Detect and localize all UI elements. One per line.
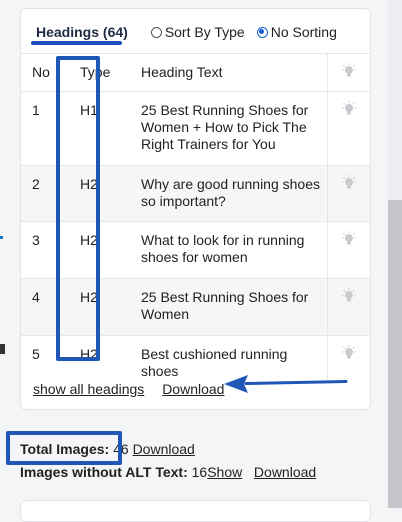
images-without-alt-label: Images without ALT Text:: [20, 464, 188, 480]
row-heading-text: Why are good running shoes so important?: [131, 165, 328, 222]
active-tab-underline: [31, 41, 122, 45]
show-images-link[interactable]: Show: [207, 464, 242, 480]
row-heading-text: 25 Best Running Shoes for Women: [131, 278, 328, 336]
lightbulb-icon[interactable]: [342, 288, 356, 304]
lightbulb-icon[interactable]: [342, 62, 356, 79]
no-sorting-radio[interactable]: No Sorting: [256, 24, 337, 40]
headings-download-link[interactable]: Download: [162, 381, 224, 397]
edge-mark: [0, 236, 3, 239]
arrow-annotation: [224, 375, 348, 393]
row-icon-cell[interactable]: [327, 221, 370, 279]
headings-tab[interactable]: Headings (64): [33, 24, 131, 40]
headings-footer: show all headings Download: [33, 381, 238, 397]
images-without-alt-line: Images without ALT Text: 16Show Download: [20, 464, 316, 480]
row-icon-cell[interactable]: [327, 91, 370, 166]
lightbulb-icon[interactable]: [342, 101, 356, 117]
sort-by-type-radio[interactable]: Sort By Type: [150, 24, 245, 40]
next-card: [20, 500, 371, 522]
lightbulb-icon[interactable]: [342, 175, 356, 191]
headings-toolbar: Headings (64) Sort By Type No Sorting: [33, 21, 363, 43]
sort-by-type-label: Sort By Type: [164, 24, 245, 40]
radio-unchecked-icon[interactable]: [150, 26, 162, 38]
show-all-headings-link[interactable]: show all headings: [33, 381, 144, 397]
row-icon-cell[interactable]: [327, 165, 370, 222]
lightbulb-icon[interactable]: [342, 231, 356, 247]
total-images-download-link[interactable]: Download: [133, 441, 195, 457]
scrollbar-thumb[interactable]: [388, 200, 402, 508]
images-without-alt-download-link[interactable]: Download: [254, 464, 316, 480]
column-header-icon[interactable]: [327, 53, 370, 92]
row-heading-text: What to look for in running shoes for wo…: [131, 221, 328, 279]
row-heading-text: 25 Best Running Shoes for Women + How to…: [131, 91, 328, 166]
edge-mark: [0, 344, 5, 354]
total-images-highlight: [6, 431, 122, 465]
no-sorting-label: No Sorting: [270, 24, 337, 40]
type-column-highlight: [56, 56, 100, 361]
lightbulb-icon[interactable]: [342, 345, 356, 361]
radio-checked-icon[interactable]: [256, 26, 268, 38]
column-header-text: Heading Text: [131, 53, 328, 92]
images-without-alt-value: 16: [191, 464, 208, 480]
row-icon-cell[interactable]: [327, 278, 370, 336]
